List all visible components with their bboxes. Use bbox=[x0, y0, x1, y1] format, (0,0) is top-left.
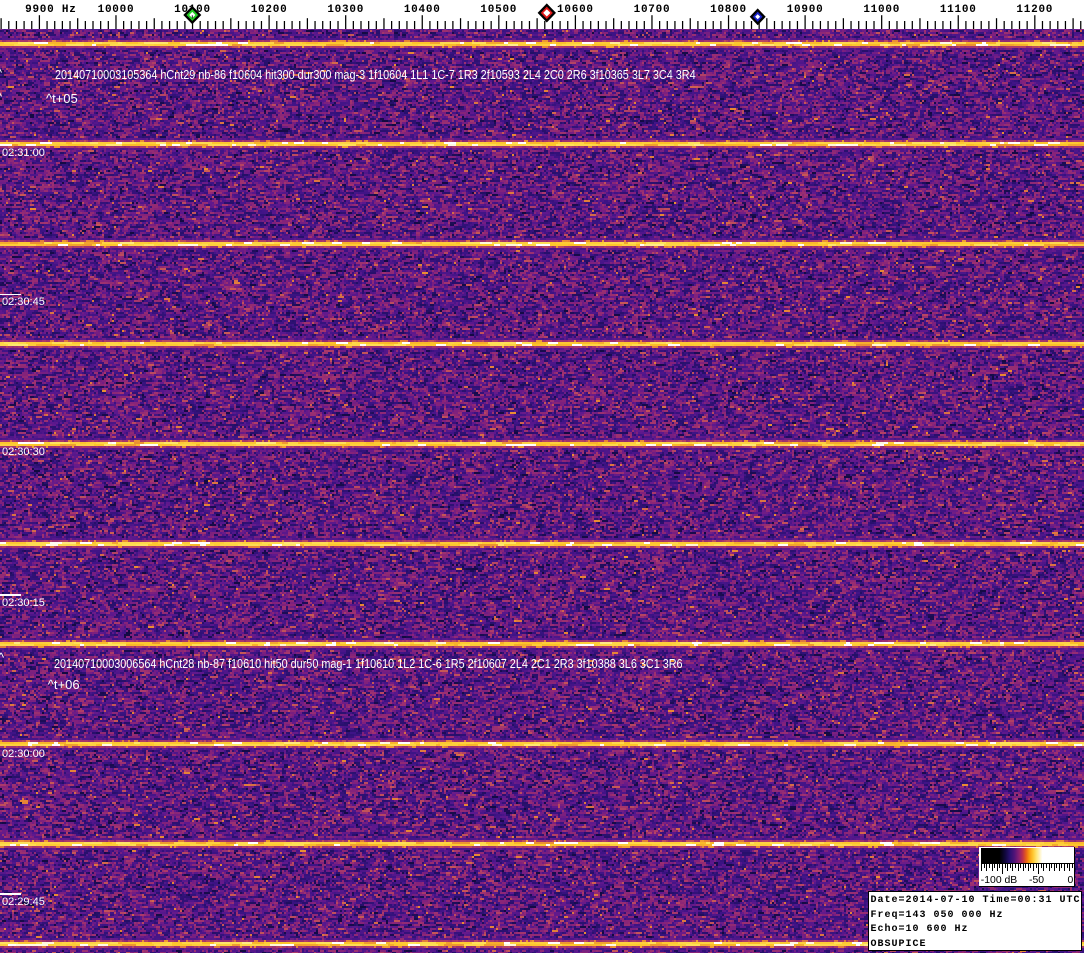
svg-text:10800: 10800 bbox=[710, 4, 747, 16]
svg-text:11100: 11100 bbox=[940, 4, 977, 16]
svg-text:10600: 10600 bbox=[557, 4, 594, 16]
svg-text:10200: 10200 bbox=[251, 4, 288, 16]
svg-text:9900 Hz: 9900 Hz bbox=[25, 4, 76, 16]
svg-text:10500: 10500 bbox=[480, 4, 517, 16]
svg-text:10300: 10300 bbox=[327, 4, 364, 16]
svg-text:10900: 10900 bbox=[787, 4, 824, 16]
svg-text:11200: 11200 bbox=[1016, 4, 1053, 16]
svg-text:10700: 10700 bbox=[634, 4, 671, 16]
svg-text:10000: 10000 bbox=[98, 4, 135, 16]
svg-text:11000: 11000 bbox=[863, 4, 900, 16]
svg-text:10400: 10400 bbox=[404, 4, 441, 16]
